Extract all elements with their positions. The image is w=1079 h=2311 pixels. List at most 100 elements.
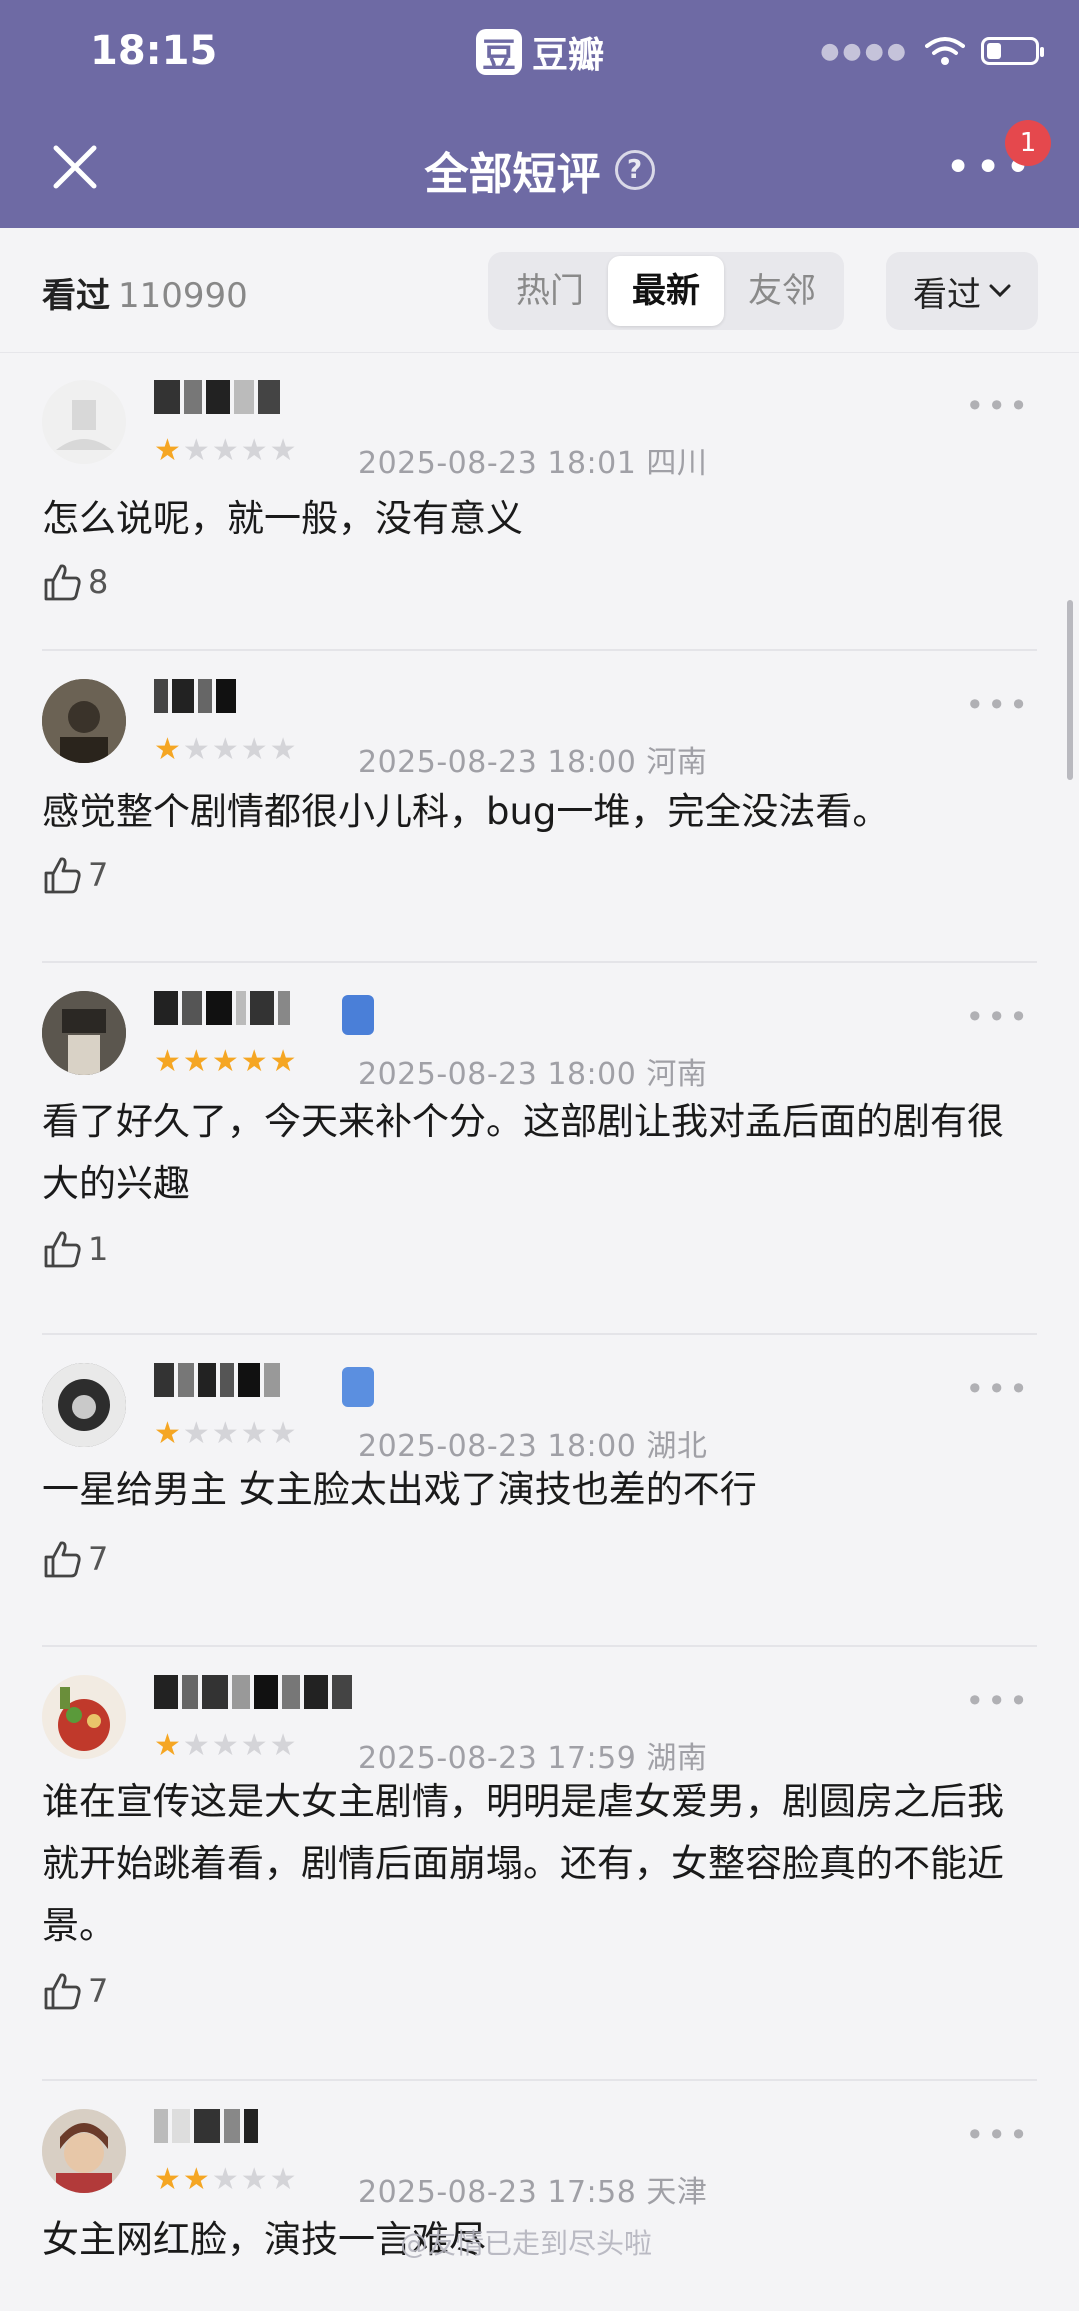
comment-meta: 2025-08-23 17:58 天津: [358, 2167, 707, 2211]
filter-bar: 看过 110990 热门 最新 友邻 看过: [0, 228, 1079, 353]
like-button[interactable]: 7: [42, 1971, 108, 2011]
star-empty-icon: ★: [269, 1728, 297, 1763]
avatar[interactable]: [42, 1675, 126, 1759]
comment-more-icon[interactable]: •••: [965, 390, 1031, 422]
like-count: 1: [88, 1230, 109, 1268]
avatar[interactable]: [42, 2109, 126, 2193]
star-filled-icon: ★: [240, 1044, 268, 1079]
comment-meta: 2025-08-23 18:01 四川: [358, 438, 707, 482]
star-empty-icon: ★: [211, 1416, 239, 1451]
comment-text: 谁在宣传这是大女主剧情，明明是虐女爱男，剧圆房之后我就开始跳着看，剧情后面崩塌。…: [42, 1780, 1004, 1947]
comment-more-icon[interactable]: •••: [965, 689, 1031, 721]
scrollbar[interactable]: [1067, 600, 1073, 780]
vip-badge-icon: [342, 1367, 374, 1407]
like-count: 7: [88, 856, 109, 894]
like-button[interactable]: 7: [42, 1539, 108, 1579]
star-rating: ★ ★ ★ ★ ★: [154, 1419, 297, 1449]
comment-location: 天津: [646, 2175, 708, 2210]
like-button[interactable]: 1: [42, 1229, 108, 1269]
star-empty-icon: ★: [240, 2162, 268, 2197]
star-empty-icon: ★: [240, 1416, 268, 1451]
star-filled-icon: ★: [182, 1044, 210, 1079]
comment-more-icon[interactable]: •••: [965, 1001, 1031, 1033]
comment-more-icon[interactable]: •••: [965, 1685, 1031, 1717]
star-filled-icon: ★: [154, 2162, 181, 2197]
comment-text: 一星给男主 女主脸太出戏了演技也差的不行: [42, 1468, 757, 1511]
star-empty-icon: ★: [240, 433, 268, 468]
star-empty-icon: ★: [269, 732, 297, 767]
username-blurred[interactable]: [154, 2109, 258, 2153]
comment-text: 感觉整个剧情都很小儿科，bug一堆，完全没法看。: [42, 790, 890, 833]
star-filled-icon: ★: [154, 1044, 181, 1079]
star-empty-icon: ★: [182, 1416, 210, 1451]
battery-icon: [981, 37, 1044, 65]
comment-list: ★ ★ ★ ★ ★ 2025-08-23 18:01 四川 ••• 怎么说呢，就一般，没…: [0, 352, 1079, 2311]
comment-date: 2025-08-23 18:00: [358, 1057, 637, 1092]
app-name: 豆瓣: [532, 35, 605, 76]
page-title-bar: 全部短评 ?: [0, 138, 1079, 202]
avatar[interactable]: [42, 380, 126, 464]
tab-latest[interactable]: 最新: [608, 256, 724, 326]
comment-item: ★ ★ ★ ★ ★ 2025-08-23 18:01 四川 ••• 怎么说呢，就一般，没…: [42, 352, 1037, 651]
like-button[interactable]: 8: [42, 562, 108, 602]
thumbs-up-icon: [44, 1973, 81, 2010]
thumbs-up-icon: [44, 1541, 81, 1578]
comment-location: 河南: [646, 1057, 708, 1092]
star-rating: ★ ★ ★ ★ ★: [154, 1047, 297, 1077]
comment-location: 四川: [646, 446, 708, 481]
star-empty-icon: ★: [211, 1728, 239, 1763]
notification-badge: 1: [1005, 120, 1051, 166]
star-rating: ★ ★ ★ ★ ★: [154, 436, 297, 466]
star-filled-icon: ★: [154, 732, 181, 767]
like-button[interactable]: 7: [42, 855, 108, 895]
avatar[interactable]: [42, 679, 126, 763]
star-filled-icon: ★: [211, 1044, 239, 1079]
like-count: 8: [88, 563, 109, 601]
status-app: 豆 豆瓣: [476, 26, 604, 78]
star-filled-icon: ★: [154, 1416, 181, 1451]
star-filled-icon: ★: [154, 1728, 181, 1763]
vip-badge-icon: [342, 995, 374, 1035]
watermark: @友情已走到尽头啦: [400, 2227, 653, 2260]
signal-icon: ●●●●: [820, 38, 909, 64]
top-bar: 18:15 豆 豆瓣 ●●●● 全部短评 ? ••• 1: [0, 0, 1079, 228]
username-blurred[interactable]: [154, 1675, 352, 1719]
avatar[interactable]: [42, 991, 126, 1075]
comment-text: 怎么说呢，就一般，没有意义: [42, 497, 523, 540]
star-empty-icon: ★: [211, 2162, 239, 2197]
help-icon[interactable]: ?: [614, 150, 655, 190]
chevron-down-icon: [989, 284, 1011, 298]
comment-more-icon[interactable]: •••: [965, 2119, 1031, 2151]
star-filled-icon: ★: [154, 433, 181, 468]
page-title: 全部短评: [424, 149, 601, 200]
comment-location: 河南: [646, 745, 708, 780]
tab-hot[interactable]: 热门: [492, 256, 608, 326]
star-empty-icon: ★: [240, 732, 268, 767]
star-empty-icon: ★: [269, 2162, 297, 2197]
comment-date: 2025-08-23 18:00: [358, 745, 637, 780]
avatar[interactable]: [42, 1363, 126, 1447]
thumbs-up-icon: [44, 857, 81, 894]
username-blurred[interactable]: [154, 679, 236, 723]
username-blurred[interactable]: [154, 380, 280, 424]
star-empty-icon: ★: [269, 1416, 297, 1451]
star-empty-icon: ★: [269, 433, 297, 468]
star-filled-icon: ★: [269, 1044, 297, 1079]
status-filter-dropdown[interactable]: 看过: [886, 252, 1038, 330]
wifi-icon: [925, 37, 965, 65]
star-rating: ★ ★ ★ ★ ★: [154, 735, 297, 765]
like-count: 7: [88, 1540, 109, 1578]
douban-logo-icon: 豆: [476, 29, 522, 76]
username-blurred[interactable]: [154, 991, 290, 1035]
star-empty-icon: ★: [182, 433, 210, 468]
username-blurred[interactable]: [154, 1363, 280, 1407]
star-empty-icon: ★: [240, 1728, 268, 1763]
sort-tabs: 热门 最新 友邻: [488, 252, 844, 330]
comment-item: ★ ★ ★ ★ ★ 2025-08-23 18:00 河南 ••• 看了好久了，今天来补…: [42, 963, 1037, 1335]
status-icons: ●●●●: [820, 36, 1044, 66]
comment-meta: 2025-08-23 18:00 河南: [358, 737, 707, 781]
star-empty-icon: ★: [211, 732, 239, 767]
tab-friends[interactable]: 友邻: [724, 256, 840, 326]
comment-item: ★ ★ ★ ★ ★ 2025-08-23 18:00 河南 ••• 感觉整个剧情都很小儿…: [42, 651, 1037, 963]
comment-more-icon[interactable]: •••: [965, 1373, 1031, 1405]
